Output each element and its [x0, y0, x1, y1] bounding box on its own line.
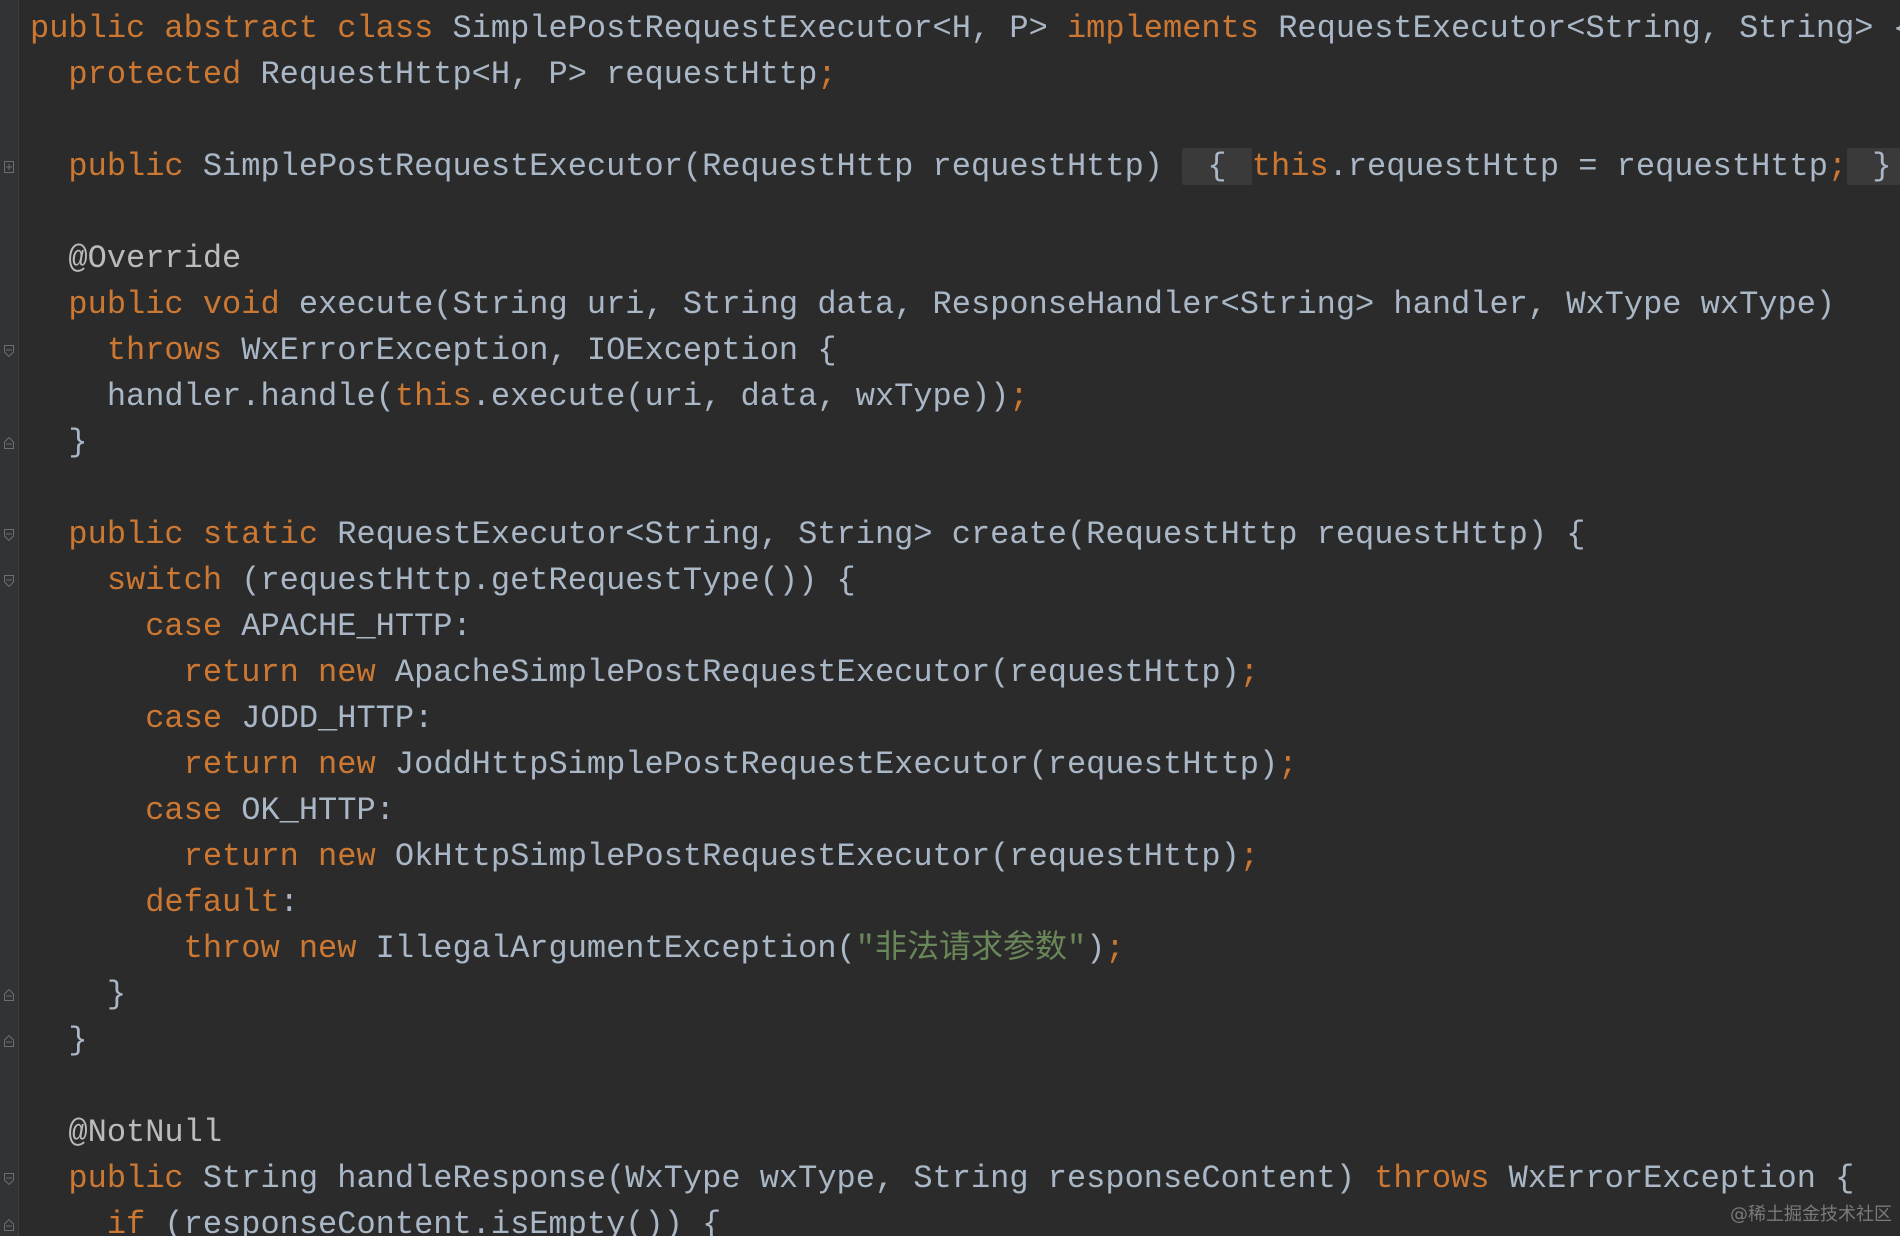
code-token: public static: [30, 516, 338, 553]
code-token: ;: [1239, 838, 1259, 875]
code-token: throws: [30, 332, 242, 369]
code-line[interactable]: return new ApacheSimplePostRequestExecut…: [30, 650, 1259, 696]
code-token: public: [30, 148, 203, 185]
code-token: IllegalArgumentException(: [375, 930, 856, 967]
code-token: APACHE_HTTP:: [241, 608, 472, 645]
code-token: {: [1182, 148, 1252, 185]
code-token: handler.handle(: [30, 378, 395, 415]
code-line[interactable]: case JODD_HTTP:: [30, 696, 433, 742]
code-line[interactable]: default:: [30, 880, 299, 926]
fold-end-icon[interactable]: [4, 989, 14, 1001]
code-token: OK_HTTP:: [241, 792, 395, 829]
fold-end-icon[interactable]: [4, 437, 14, 449]
code-line[interactable]: public static RequestExecutor<String, St…: [30, 512, 1585, 558]
code-token: ;: [1239, 654, 1259, 691]
code-token: WxErrorException, IOException {: [241, 332, 837, 369]
code-token: JODD_HTTP:: [241, 700, 434, 737]
code-line[interactable]: @NotNull: [30, 1110, 222, 1156]
code-token: .execute(uri, data, wxType)): [471, 378, 1010, 415]
code-line[interactable]: public abstract class SimplePostRequestE…: [30, 6, 1900, 52]
code-token: case: [30, 792, 242, 829]
code-token: JoddHttpSimplePostRequestExecutor(reques…: [394, 746, 1279, 783]
code-token: ;: [817, 56, 837, 93]
code-line[interactable]: return new OkHttpSimplePostRequestExecut…: [30, 834, 1259, 880]
code-line[interactable]: @Override: [30, 236, 241, 282]
code-token: }: [30, 1022, 88, 1059]
fold-collapse-icon[interactable]: [4, 575, 14, 587]
fold-collapse-icon[interactable]: [4, 345, 14, 357]
code-token: this: [394, 378, 472, 415]
code-token: ;: [1105, 930, 1125, 967]
code-token: RequestExecutor<String, String> {: [1278, 10, 1900, 47]
code-line[interactable]: public String handleResponse(WxType wxTy…: [30, 1156, 1854, 1202]
code-token: (requestHttp.getRequestType()) {: [241, 562, 856, 599]
code-token: RequestExecutor<String, String> create(R…: [337, 516, 1586, 553]
code-line[interactable]: throw new IllegalArgumentException("非法请求…: [30, 926, 1125, 972]
code-token: SimplePostRequestExecutor<H, P>: [452, 10, 1067, 47]
code-token: return new: [30, 654, 395, 691]
code-line[interactable]: public void execute(String uri, String d…: [30, 282, 1835, 328]
code-token: public void: [30, 286, 299, 323]
code-token: execute(String uri, String data, Respons…: [298, 286, 1836, 323]
code-line[interactable]: }: [30, 972, 126, 1018]
code-token: throw new: [30, 930, 376, 967]
code-token: }: [30, 976, 127, 1013]
code-area[interactable]: public abstract class SimplePostRequestE…: [30, 0, 1900, 1236]
code-token: ;: [1009, 378, 1029, 415]
code-token: RequestHttp<H, P> requestHttp: [260, 56, 818, 93]
code-token: if: [30, 1206, 165, 1236]
code-token: ApacheSimplePostRequestExecutor(requestH…: [394, 654, 1240, 691]
code-token: SimplePostRequestExecutor(RequestHttp re…: [202, 148, 1183, 185]
code-token: }: [30, 424, 88, 461]
code-line[interactable]: }: [30, 420, 88, 466]
code-line[interactable]: handler.handle(this.execute(uri, data, w…: [30, 374, 1029, 420]
code-line[interactable]: if (responseContent.isEmpty()) {: [30, 1202, 722, 1236]
code-token: case: [30, 700, 242, 737]
code-token: }: [1847, 148, 1900, 185]
code-token: String handleResponse(WxType wxType, Str…: [202, 1160, 1375, 1197]
code-token: implements: [1066, 10, 1279, 47]
fold-collapse-icon[interactable]: [4, 529, 14, 541]
code-token: return new: [30, 746, 395, 783]
code-line[interactable]: }: [30, 1018, 88, 1064]
code-token: ;: [1278, 746, 1298, 783]
code-line[interactable]: public SimplePostRequestExecutor(Request…: [30, 144, 1900, 190]
code-token: default: [30, 884, 280, 921]
code-token: public abstract class: [30, 10, 453, 47]
code-line[interactable]: switch (requestHttp.getRequestType()) {: [30, 558, 856, 604]
code-token: @NotNull: [30, 1114, 223, 1151]
code-line[interactable]: throws WxErrorException, IOException {: [30, 328, 837, 374]
editor-gutter[interactable]: [0, 0, 19, 1236]
code-line[interactable]: case OK_HTTP:: [30, 788, 395, 834]
fold-collapse-icon[interactable]: [4, 1173, 14, 1185]
code-token: WxErrorException {: [1508, 1160, 1855, 1197]
code-line[interactable]: return new JoddHttpSimplePostRequestExec…: [30, 742, 1298, 788]
code-line[interactable]: protected RequestHttp<H, P> requestHttp;: [30, 52, 837, 98]
code-line[interactable]: case APACHE_HTTP:: [30, 604, 472, 650]
code-token: (responseContent.isEmpty()) {: [164, 1206, 722, 1236]
code-token: OkHttpSimplePostRequestExecutor(requestH…: [394, 838, 1240, 875]
code-token: :: [279, 884, 299, 921]
code-token: protected: [30, 56, 261, 93]
fold-end-icon[interactable]: [4, 1219, 14, 1231]
code-token: .requestHttp = requestHttp: [1328, 148, 1828, 185]
code-token: "非法请求参数": [855, 930, 1087, 967]
code-token: public: [30, 1160, 203, 1197]
watermark: @稀土掘金技术社区: [1730, 1204, 1892, 1225]
fold-end-icon[interactable]: [4, 1035, 14, 1047]
code-token: ): [1086, 930, 1106, 967]
code-token: ;: [1827, 148, 1848, 185]
fold-expand-icon[interactable]: [4, 161, 14, 173]
code-editor[interactable]: public abstract class SimplePostRequestE…: [0, 0, 1900, 1236]
code-token: switch: [30, 562, 242, 599]
code-token: @Override: [30, 240, 242, 277]
code-token: this: [1251, 148, 1329, 185]
code-token: throws: [1374, 1160, 1509, 1197]
code-token: return new: [30, 838, 395, 875]
code-token: case: [30, 608, 242, 645]
